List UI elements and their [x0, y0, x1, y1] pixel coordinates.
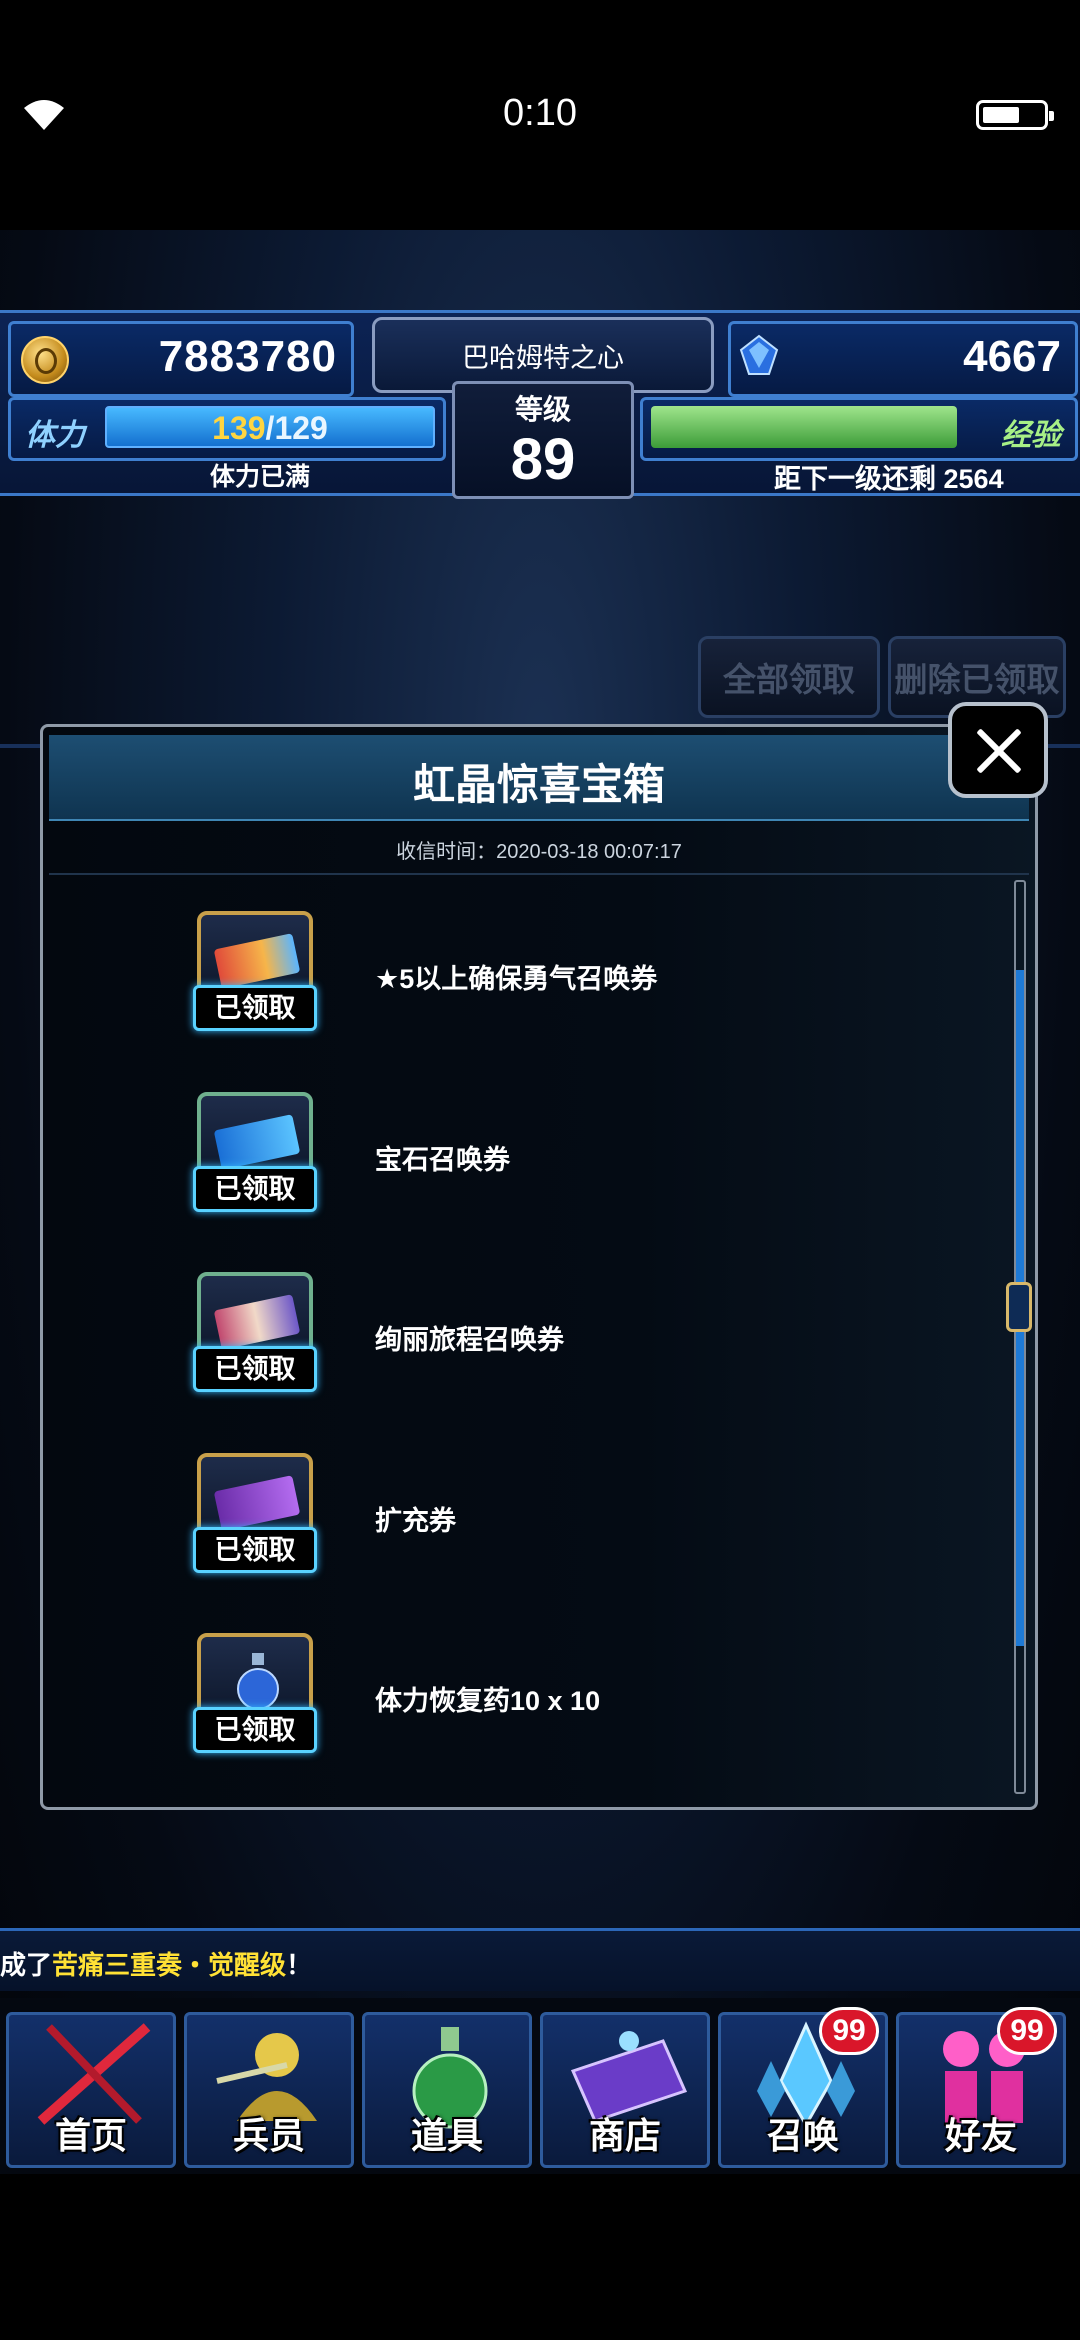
dialog-divider — [49, 873, 1029, 875]
received-time: 收信时间：2020-03-18 00:07:17 — [396, 841, 682, 863]
received-badge: 已领取 — [193, 985, 317, 1031]
item-name: 宝石召唤券 — [375, 1145, 510, 1175]
exp-remaining: 距下一级还剩 2564 — [774, 457, 1004, 496]
lapis-gem-icon — [739, 334, 779, 375]
item-name: 体力恢复药10 x 10 — [375, 1686, 601, 1716]
status-bar: 0:10 — [0, 0, 1080, 230]
ticket-art — [213, 1294, 301, 1350]
stamina-label: 体力 — [25, 419, 85, 452]
list-item: 已领取 扩充券 — [193, 1453, 1013, 1581]
claim-all-button[interactable]: 全部领取 — [698, 636, 880, 718]
stamina-status: 体力已满 — [209, 463, 310, 491]
ticker-prefix: 成了 — [0, 1950, 53, 1980]
scrollbar-thumb[interactable] — [1006, 1282, 1032, 1332]
nav-shop[interactable]: 商店 — [540, 2012, 710, 2168]
gil-value: 7883780 — [158, 332, 337, 381]
item-name: 扩充券 — [375, 1506, 456, 1536]
nav-label: 商店 — [588, 2115, 661, 2156]
bottom-area — [0, 2174, 1080, 2340]
ticket-icon: 已领取 — [193, 1272, 319, 1398]
ticker-highlight: 苦痛三重奏・觉醒级 — [52, 1950, 287, 1980]
exp-bar — [651, 406, 957, 448]
gil-counter[interactable]: 7883780 — [8, 321, 354, 397]
list-item: 已领取 绚丽旅程召唤券 — [193, 1272, 1013, 1400]
level-label: 等级 — [514, 394, 571, 425]
potion-icon: 已领取 — [193, 1633, 319, 1759]
ticker-suffix: ！ — [286, 1950, 313, 1980]
nav-label: 召唤 — [766, 2115, 839, 2156]
nav-label: 兵员 — [232, 2115, 305, 2156]
ticket-art — [213, 933, 301, 989]
level-plate: 等级 89 — [452, 381, 634, 499]
ticket-icon: 已领取 — [193, 911, 319, 1037]
news-ticker: 成了苦痛三重奏・觉醒级！ — [0, 1928, 1080, 1991]
nav-friends[interactable]: 好友 99 — [896, 2007, 1066, 2168]
level-value: 89 — [510, 427, 576, 492]
close-button[interactable] — [948, 702, 1048, 798]
player-header: 7883780 巴哈姆特之心 4667 体力 139/129 体力已满 等级 8… — [0, 310, 1080, 499]
gem-value: 4667 — [963, 332, 1061, 381]
ticket-icon: 已领取 — [193, 1453, 319, 1579]
ticket-art — [213, 1475, 301, 1531]
item-name: ★5以上确保勇气召唤券 — [375, 964, 658, 994]
received-badge: 已领取 — [193, 1707, 317, 1753]
notification-badge: 99 — [997, 2007, 1057, 2055]
item-name: 绚丽旅程召唤券 — [375, 1325, 564, 1355]
potion-art — [237, 1653, 279, 1710]
nav-label: 首页 — [54, 2115, 127, 2156]
exp-label: 经验 — [1001, 419, 1061, 452]
stamina-current: 139 — [212, 410, 266, 446]
bottom-nav: 首页 兵员 道具 商店 召唤 99 好友 99 — [0, 1998, 1080, 2174]
nav-label: 好友 — [944, 2115, 1017, 2156]
battery-icon — [976, 100, 1054, 130]
gem-counter[interactable]: 4667 — [728, 321, 1078, 397]
exp-panel: 经验 — [640, 397, 1078, 461]
received-badge: 已领取 — [193, 1527, 317, 1573]
nav-items[interactable]: 道具 — [362, 2012, 532, 2168]
gift-dialog: 虹晶惊喜宝箱 收信时间：2020-03-18 00:07:17 已领取 ★5以上… — [40, 724, 1038, 1810]
exp-remaining-label: 距下一级还剩 — [774, 464, 936, 494]
exp-remaining-value: 2564 — [943, 464, 1004, 494]
status-time: 0:10 — [503, 92, 577, 134]
nav-units[interactable]: 兵员 — [184, 2012, 354, 2168]
stamina-bar: 139/129 — [105, 406, 435, 448]
stamina-text: 139/129 — [107, 410, 433, 447]
list-item: 已领取 ★5以上确保勇气召唤券 — [193, 911, 1013, 1039]
ticket-art — [213, 1114, 301, 1170]
received-badge: 已领取 — [193, 1166, 317, 1212]
nav-home[interactable]: 首页 — [6, 2012, 176, 2168]
received-badge: 已领取 — [193, 1346, 317, 1392]
list-item: 已领取 体力恢复药10 x 10 — [193, 1633, 1013, 1761]
notification-badge: 99 — [819, 2007, 879, 2055]
stamina-panel: 体力 139/129 — [8, 397, 446, 461]
dialog-title: 虹晶惊喜宝箱 — [412, 761, 665, 808]
ticker-text: 成了苦痛三重奏・觉醒级！ — [0, 1945, 312, 1982]
ticket-icon: 已领取 — [193, 1092, 319, 1218]
stamina-max: /129 — [265, 410, 328, 446]
dialog-titlebar: 虹晶惊喜宝箱 — [49, 735, 1029, 821]
nav-summon[interactable]: 召唤 99 — [718, 2007, 888, 2168]
gil-coin-icon — [21, 336, 69, 384]
nav-label: 道具 — [410, 2115, 483, 2156]
list-item: 已领取 宝石召唤券 — [193, 1092, 1013, 1220]
